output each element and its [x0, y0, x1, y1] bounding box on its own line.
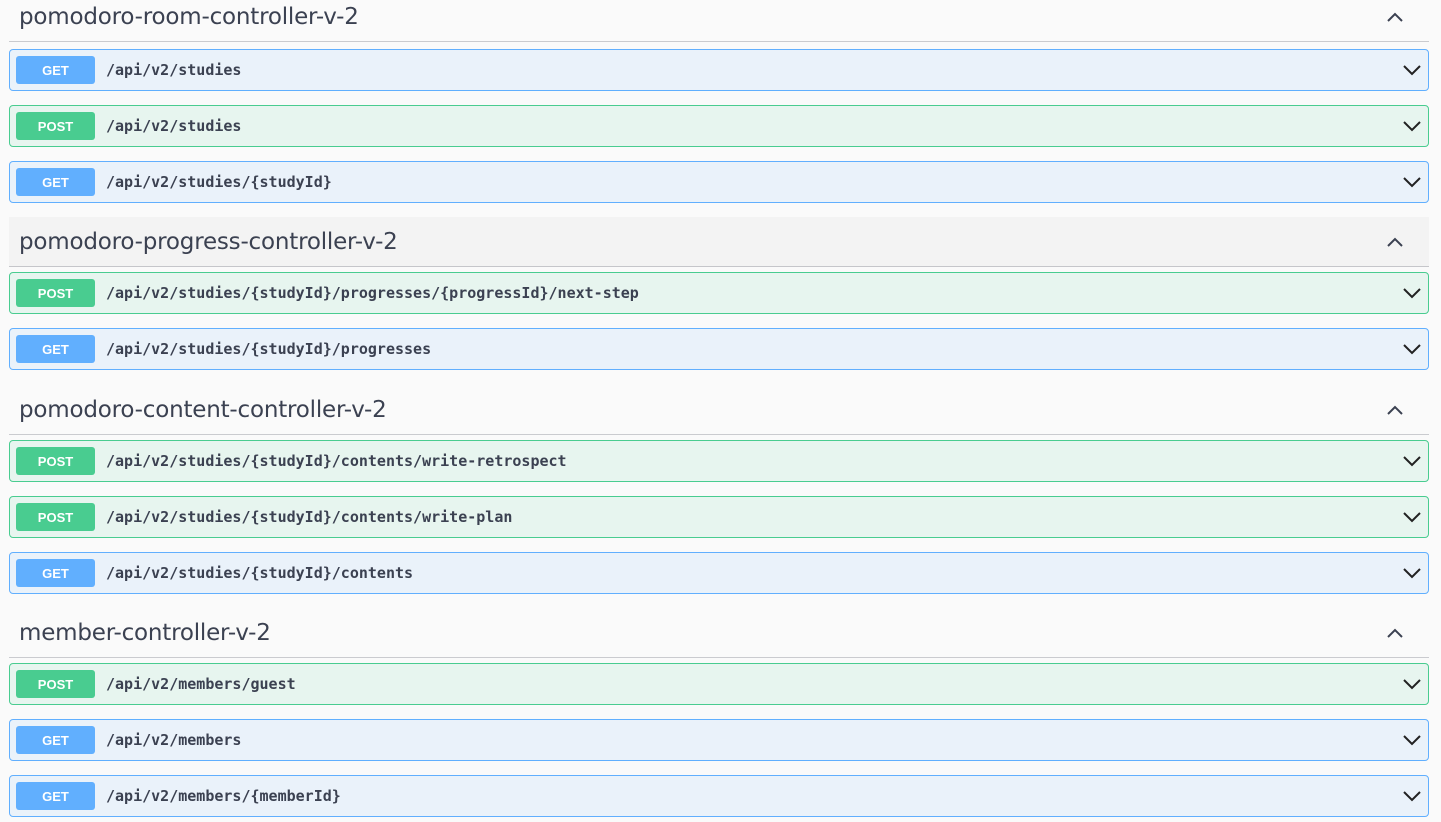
- method-badge: POST: [16, 503, 95, 531]
- operation-path: /api/v2/studies/{studyId}/progresses/{pr…: [106, 284, 639, 302]
- operation-path: /api/v2/studies/{studyId}/contents/write…: [106, 508, 513, 526]
- method-badge: POST: [16, 447, 95, 475]
- method-badge: GET: [16, 559, 95, 587]
- method-badge: GET: [16, 56, 95, 84]
- operation-path: /api/v2/studies/{studyId}/contents/write…: [106, 452, 567, 470]
- chevron-down-icon[interactable]: [1402, 455, 1422, 467]
- tag-title: member-controller-v-2: [19, 619, 271, 646]
- operation-get-members[interactable]: GET /api/v2/members: [9, 719, 1429, 761]
- method-badge: GET: [16, 168, 95, 196]
- operation-path: /api/v2/members/{memberId}: [106, 787, 341, 805]
- operation-get-study-by-id[interactable]: GET /api/v2/studies/{studyId}: [9, 161, 1429, 203]
- method-badge: POST: [16, 112, 95, 140]
- tag-header-member-controller[interactable]: member-controller-v-2: [9, 608, 1429, 658]
- chevron-down-icon[interactable]: [1402, 734, 1422, 746]
- operation-post-write-retrospect[interactable]: POST /api/v2/studies/{studyId}/contents/…: [9, 440, 1429, 482]
- chevron-down-icon[interactable]: [1402, 64, 1422, 76]
- method-badge: POST: [16, 670, 95, 698]
- tag-header-pomodoro-room-controller[interactable]: pomodoro-room-controller-v-2: [9, 0, 1429, 42]
- operation-post-next-step[interactable]: POST /api/v2/studies/{studyId}/progresse…: [9, 272, 1429, 314]
- method-badge: GET: [16, 782, 95, 810]
- chevron-down-icon[interactable]: [1402, 287, 1422, 299]
- chevron-up-icon[interactable]: [1385, 10, 1405, 24]
- operation-path: /api/v2/members/guest: [106, 675, 296, 693]
- chevron-down-icon[interactable]: [1402, 678, 1422, 690]
- chevron-down-icon[interactable]: [1402, 120, 1422, 132]
- operation-path: /api/v2/studies/{studyId}: [106, 173, 332, 191]
- tag-title: pomodoro-room-controller-v-2: [19, 3, 359, 30]
- swagger-operations-list: pomodoro-room-controller-v-2 GET /api/v2…: [0, 0, 1441, 822]
- operation-get-progresses[interactable]: GET /api/v2/studies/{studyId}/progresses: [9, 328, 1429, 370]
- chevron-down-icon[interactable]: [1402, 567, 1422, 579]
- tag-header-pomodoro-content-controller[interactable]: pomodoro-content-controller-v-2: [9, 385, 1429, 435]
- operation-get-contents[interactable]: GET /api/v2/studies/{studyId}/contents: [9, 552, 1429, 594]
- chevron-down-icon[interactable]: [1402, 790, 1422, 802]
- operation-post-write-plan[interactable]: POST /api/v2/studies/{studyId}/contents/…: [9, 496, 1429, 538]
- operation-path: /api/v2/studies/{studyId}/contents: [106, 564, 414, 582]
- method-badge: GET: [16, 726, 95, 754]
- chevron-up-icon[interactable]: [1385, 403, 1405, 417]
- tag-header-pomodoro-progress-controller[interactable]: pomodoro-progress-controller-v-2: [9, 217, 1429, 267]
- operation-post-studies[interactable]: POST /api/v2/studies: [9, 105, 1429, 147]
- operation-path: /api/v2/members: [106, 731, 242, 749]
- tag-title: pomodoro-content-controller-v-2: [19, 396, 387, 423]
- operation-get-studies[interactable]: GET /api/v2/studies: [9, 49, 1429, 91]
- tag-title: pomodoro-progress-controller-v-2: [19, 228, 398, 255]
- chevron-up-icon[interactable]: [1385, 626, 1405, 640]
- operation-path: /api/v2/studies/{studyId}/progresses: [106, 340, 432, 358]
- method-badge: GET: [16, 335, 95, 363]
- method-badge: POST: [16, 279, 95, 307]
- chevron-down-icon[interactable]: [1402, 343, 1422, 355]
- operation-get-member-by-id[interactable]: GET /api/v2/members/{memberId}: [9, 775, 1429, 817]
- chevron-up-icon[interactable]: [1385, 235, 1405, 249]
- operation-post-members-guest[interactable]: POST /api/v2/members/guest: [9, 663, 1429, 705]
- operation-path: /api/v2/studies: [106, 61, 242, 79]
- chevron-down-icon[interactable]: [1402, 511, 1422, 523]
- operation-path: /api/v2/studies: [106, 117, 242, 135]
- chevron-down-icon[interactable]: [1402, 176, 1422, 188]
